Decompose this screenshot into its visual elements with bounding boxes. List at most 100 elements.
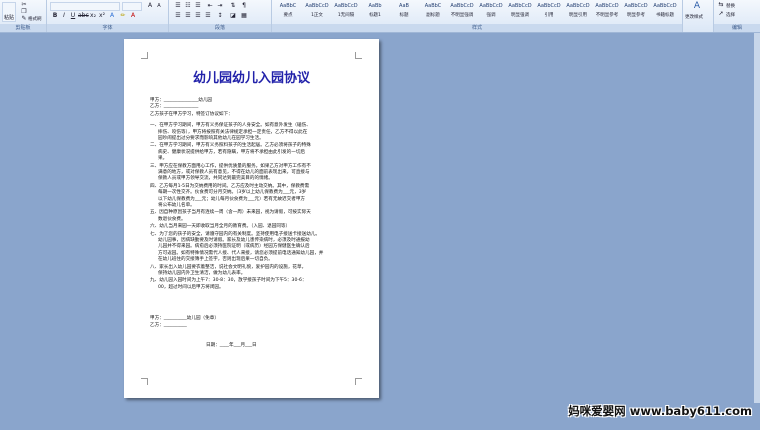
- style-name: 明显强调: [511, 13, 529, 18]
- style-tile[interactable]: AaBbCcD 不明显参考: [595, 1, 619, 23]
- style-tile[interactable]: AaBbCcD 1正文: [305, 1, 329, 23]
- style-name: 标题1: [369, 13, 381, 18]
- crop-mark-top-right: [355, 52, 362, 59]
- document-canvas[interactable]: [0, 33, 760, 430]
- style-name: 强调: [486, 13, 496, 18]
- document-line: 园吵闹提出过分要求而影响其他幼儿在园学习生活。: [158, 136, 264, 141]
- style-preview: AaBbCcD: [595, 3, 619, 9]
- document-line: 以下幼儿保教费为___元；幼儿每月伙食费为___元）若有无故迟交者甲方: [158, 196, 306, 202]
- highlight-icon[interactable]: ✏: [119, 12, 127, 20]
- font-size-dropdown[interactable]: [122, 2, 142, 11]
- replace-icon[interactable]: ⇆: [717, 1, 725, 9]
- shading-icon[interactable]: ◪: [229, 12, 237, 20]
- style-tile[interactable]: AaBbCcD 明显强调: [508, 1, 532, 23]
- font-name-dropdown[interactable]: [50, 2, 120, 11]
- document-line: 保持幼儿园内外卫生清洁，做为幼儿表率。: [158, 271, 246, 276]
- document-line: 每期一次性交齐。伙食费可分月交纳。（3岁以上幼儿保教费为___元，3岁: [158, 190, 307, 196]
- document-line: 日期：____年___月___日: [206, 343, 257, 348]
- style-preview: AaBbC: [424, 3, 442, 9]
- style-preview: AaBbCcD: [566, 3, 590, 9]
- style-tile[interactable]: AaBbC 副标题: [421, 1, 445, 23]
- document-line: 方可返园。如有特殊情况需代人接、代人来接，请您必须提前电话通知幼儿园，并: [158, 250, 324, 256]
- format-painter-label[interactable]: 格式刷: [28, 16, 42, 22]
- format-painter-icon[interactable]: ✎: [20, 15, 28, 23]
- document-line: 保教人员或甲方领导交流，共同达到最完美目的的情绪。: [158, 176, 273, 182]
- style-preview: AaBbCcD: [653, 3, 677, 9]
- text-effects-icon[interactable]: A: [108, 12, 116, 20]
- replace-label[interactable]: 替换: [726, 3, 735, 9]
- document-line: 四、乙方每月1-5日为交纳费用的时间。乙方应及时主动交纳。其中，保教费需: [150, 183, 310, 189]
- style-name: 明显引用: [569, 13, 587, 18]
- underline-icon[interactable]: U: [69, 12, 77, 20]
- font-color-icon[interactable]: A: [129, 12, 137, 20]
- bold-icon[interactable]: B: [51, 12, 59, 20]
- style-name: 1正文: [311, 13, 323, 18]
- decrease-indent-icon[interactable]: ⇤: [206, 2, 214, 10]
- style-tile[interactable]: AaBbCcD 明显引用: [566, 1, 590, 23]
- vertical-scrollbar[interactable]: [754, 33, 760, 403]
- style-tile[interactable]: AaBbC 要点: [276, 1, 300, 23]
- show-marks-icon[interactable]: ¶: [240, 2, 248, 10]
- site-watermark: 妈咪爱婴网 www.baby611.com: [568, 404, 752, 418]
- style-tile[interactable]: AaBbCcD 强调: [479, 1, 503, 23]
- subscript-icon[interactable]: x₂: [89, 12, 97, 20]
- style-tile[interactable]: AaBbCcD 1无间隔: [334, 1, 358, 23]
- justify-icon[interactable]: ☰: [204, 12, 212, 20]
- clipboard-group-label: 剪贴板: [0, 24, 46, 32]
- paste-button[interactable]: 粘贴: [2, 2, 16, 22]
- font-group: B I U abc x₂ x² A ✏ A A A 字体: [47, 0, 169, 32]
- styles-group: AaBbC 要点 AaBbCcD 1正文 AaBbCcD 1无间隔 AaBb 标题1 AaB 标题…: [272, 0, 683, 32]
- select-label[interactable]: 选择: [726, 12, 735, 18]
- multilevel-list-icon[interactable]: ☰: [194, 2, 202, 10]
- style-tile[interactable]: AaBbCcD 明显参考: [624, 1, 648, 23]
- document-line: 乙方：__________: [150, 322, 187, 328]
- document-page[interactable]: 幼儿园幼儿入园协议 甲方：_______________幼儿园 乙方：______…: [124, 39, 379, 398]
- align-right-icon[interactable]: ☰: [194, 12, 202, 20]
- paragraph-group-label: 段落: [169, 24, 271, 32]
- style-name: 标题: [399, 13, 409, 18]
- document-line: 甲方：__________幼儿园（免章）: [150, 316, 219, 322]
- document-line: 九、幼儿园入园时间为上午7：30-8：30，放学接孩子时间为下午5：30-6：: [150, 278, 307, 284]
- document-line: 六、幼儿当月来园一天即收取当月全月的教育费。（入园、退园同等）: [150, 224, 291, 230]
- crop-mark-bottom-left: [141, 378, 148, 385]
- line-spacing-icon[interactable]: ↕: [216, 12, 224, 20]
- document-line: 儿园并不得来园。病愈后必须持医院证明（或病历）经园方保健医生确认后: [158, 244, 310, 250]
- style-name: 1无间隔: [337, 13, 355, 18]
- document-line: 00，超过时间以后甲方将闭园。: [158, 284, 224, 290]
- style-name: 书籍标题: [656, 13, 674, 18]
- document-title: 幼儿园幼儿入园协议: [192, 71, 310, 86]
- superscript-icon[interactable]: x²: [98, 12, 106, 20]
- style-tile[interactable]: AaBbCcD 不明显强调: [450, 1, 474, 23]
- document-line: 甲方：_______________幼儿园: [150, 98, 213, 103]
- paragraph-group: ☰ ☷ ☰ ⇤ ⇥ ⇅ ¶ ☰ ☰ ☰ ☰ ↕ ◪ ▦ 段落: [169, 0, 272, 32]
- strikethrough-icon[interactable]: abc: [78, 12, 89, 20]
- style-preview: AaBbCcD: [479, 3, 503, 9]
- style-name: 副标题: [426, 13, 440, 18]
- sort-icon[interactable]: ⇅: [229, 2, 237, 10]
- change-styles-label[interactable]: 更改样式: [685, 14, 703, 20]
- document-line: 将公布幼儿名单。: [158, 203, 195, 208]
- editing-group-label: 编辑: [714, 24, 760, 32]
- style-preview: AaBbCcD: [450, 3, 474, 9]
- borders-icon[interactable]: ▦: [240, 12, 248, 20]
- shrink-font-icon[interactable]: A: [155, 2, 163, 10]
- select-icon[interactable]: ➚: [717, 10, 725, 18]
- document-line: 幼儿园事，因病缺勤要及时请假。家长及幼儿患传染病时，必须及时通报幼: [158, 238, 310, 243]
- grow-font-icon[interactable]: A: [146, 2, 154, 10]
- crop-mark-bottom-right: [355, 378, 362, 385]
- italic-icon[interactable]: I: [60, 12, 68, 20]
- crop-mark-top-left: [141, 52, 148, 59]
- style-tile[interactable]: AaBbCcD 书籍标题: [653, 1, 677, 23]
- increase-indent-icon[interactable]: ⇥: [216, 2, 224, 10]
- change-styles-icon[interactable]: A: [693, 2, 701, 11]
- align-center-icon[interactable]: ☰: [184, 12, 192, 20]
- style-preview: AaBbCcD: [508, 3, 532, 9]
- align-left-icon[interactable]: ☰: [174, 12, 182, 20]
- style-tile[interactable]: AaBbCcD 引用: [537, 1, 561, 23]
- style-tile[interactable]: AaB 标题: [392, 1, 416, 23]
- document-line: 乙方：_______________: [150, 104, 199, 110]
- numbering-icon[interactable]: ☷: [184, 2, 192, 10]
- bullets-icon[interactable]: ☰: [174, 2, 182, 10]
- style-tile[interactable]: AaBb 标题1: [363, 1, 387, 23]
- clipboard-group: 粘贴 ✂ ❐ ✎ 格式刷 剪贴板: [0, 0, 47, 32]
